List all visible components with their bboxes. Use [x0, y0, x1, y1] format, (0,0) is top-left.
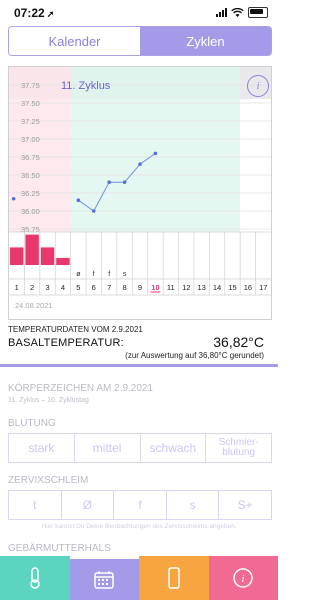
temperature-point — [11, 196, 16, 201]
day-number: 14 — [213, 283, 221, 292]
temperature-point — [153, 151, 158, 156]
bleeding-bar — [25, 234, 39, 265]
mucus-label: s — [123, 271, 127, 278]
mucus-f[interactable]: f — [114, 491, 167, 519]
basal-temp-note: (zur Auswertung auf 36,80°C gerundet) — [125, 351, 264, 360]
mucus-label: f — [93, 271, 95, 278]
bleeding-bar — [56, 257, 70, 265]
tab-info[interactable]: i — [208, 556, 278, 600]
y-tick-label: 36.75 — [21, 153, 40, 162]
calendar-icon — [94, 570, 114, 589]
day-number: 5 — [76, 283, 80, 292]
day-number: 8 — [123, 283, 127, 292]
day-number: 12 — [182, 283, 190, 292]
y-tick-label: 36.00 — [21, 207, 40, 216]
temperature-point — [76, 198, 81, 202]
day-number: 13 — [197, 283, 205, 292]
day-number: 1 — [15, 283, 19, 292]
mucus-none[interactable]: Ø — [62, 491, 115, 519]
bleeding-options: stark mittel schwach Schmier- blutung — [8, 433, 272, 463]
info-icon: i — [233, 568, 253, 588]
temperature-point — [138, 162, 142, 166]
bleeding-bar — [40, 247, 55, 265]
signal-icon — [216, 8, 227, 17]
day-number: 17 — [259, 283, 267, 292]
divider — [0, 364, 278, 367]
mucus-label: ø — [76, 271, 81, 278]
mucus-s[interactable]: s — [167, 491, 220, 519]
day-number: 6 — [92, 283, 96, 292]
y-tick-label: 36.25 — [21, 189, 40, 198]
body-signs-title: KÖRPERZEICHEN AM 2.9.2021 — [8, 383, 154, 394]
cervix-title: GEBÄRMUTTERHALS — [8, 543, 111, 554]
tab-bar: i — [0, 556, 278, 600]
bleeding-medium[interactable]: mittel — [75, 434, 141, 462]
mucus-t[interactable]: t — [9, 491, 62, 519]
bleeding-bar — [10, 247, 24, 265]
day-number: 9 — [138, 283, 142, 292]
tab-calendar[interactable] — [69, 556, 139, 600]
temperature-point — [107, 180, 111, 184]
location-arrow-icon: ➚ — [46, 9, 55, 19]
svg-text:i: i — [242, 573, 245, 585]
chart-info-button[interactable]: i — [247, 75, 269, 97]
chart-start-date: 24.08.2021 — [15, 301, 53, 310]
day-number: 15 — [228, 283, 236, 292]
y-tick-label: 35.75 — [21, 225, 40, 234]
view-toggle: Kalender Zyklen — [8, 26, 272, 56]
y-tick-label: 37.25 — [21, 117, 40, 126]
day-number: 10 — [151, 283, 159, 292]
day-number: 3 — [45, 283, 49, 292]
tab-device[interactable] — [139, 556, 209, 600]
day-number: 4 — [61, 283, 65, 292]
temperature-date: TEMPERATURDATEN VOM 2.9.2021 — [8, 325, 143, 334]
mucus-options: t Ø f s S+ — [8, 490, 272, 520]
bleeding-weak[interactable]: schwach — [141, 434, 207, 462]
status-time: 07:22 ➚ — [14, 6, 55, 20]
cycle-chart[interactable]: 37.75 37.50 37.25 37.00 36.75 36.50 36.25 36.00… — [8, 66, 272, 320]
basal-temp-label: BASALTEMPERATUR: — [8, 337, 124, 349]
mucus-title: ZERVIXSCHLEIM — [8, 475, 89, 486]
day-number: 11 — [167, 283, 175, 292]
temperature-point — [122, 180, 127, 184]
tab-kalender[interactable]: Kalender — [9, 27, 140, 55]
tab-zyklen[interactable]: Zyklen — [140, 27, 271, 55]
day-number: 2 — [30, 283, 34, 292]
phone-icon — [168, 567, 180, 589]
tab-thermometer[interactable] — [0, 556, 70, 600]
mucus-s-plus[interactable]: S+ — [219, 491, 271, 519]
y-tick-label: 36.50 — [21, 171, 40, 180]
y-tick-label: 37.75 — [21, 81, 40, 90]
y-tick-label: 37.50 — [21, 99, 40, 108]
temperature-chart-svg: 37.75 37.50 37.25 37.00 36.75 36.50 36.25 36.00… — [9, 67, 271, 310]
bleeding-spotting[interactable]: Schmier- blutung — [206, 434, 271, 462]
day-number: 16 — [244, 283, 252, 292]
mucus-label: f — [108, 271, 110, 278]
status-bar: 07:22 ➚ — [0, 0, 278, 22]
basal-temp-value: 36,82°C — [213, 334, 264, 350]
bleeding-strong[interactable]: stark — [9, 434, 75, 462]
temperature-point — [91, 209, 96, 213]
body-signs-subtitle: 11. Zyklus – 10. Zyklustag — [8, 397, 89, 404]
y-tick-label: 37.00 — [21, 135, 40, 144]
mucus-hint: Hier kannst Du Deine Beobachtungen des Z… — [41, 523, 237, 530]
wifi-icon — [231, 7, 244, 17]
day-number: 7 — [107, 283, 111, 292]
battery-icon — [248, 7, 268, 18]
chart-title: 11. Zyklus — [61, 80, 111, 92]
bleeding-title: BLUTUNG — [8, 418, 56, 429]
thermometer-icon — [30, 567, 40, 589]
